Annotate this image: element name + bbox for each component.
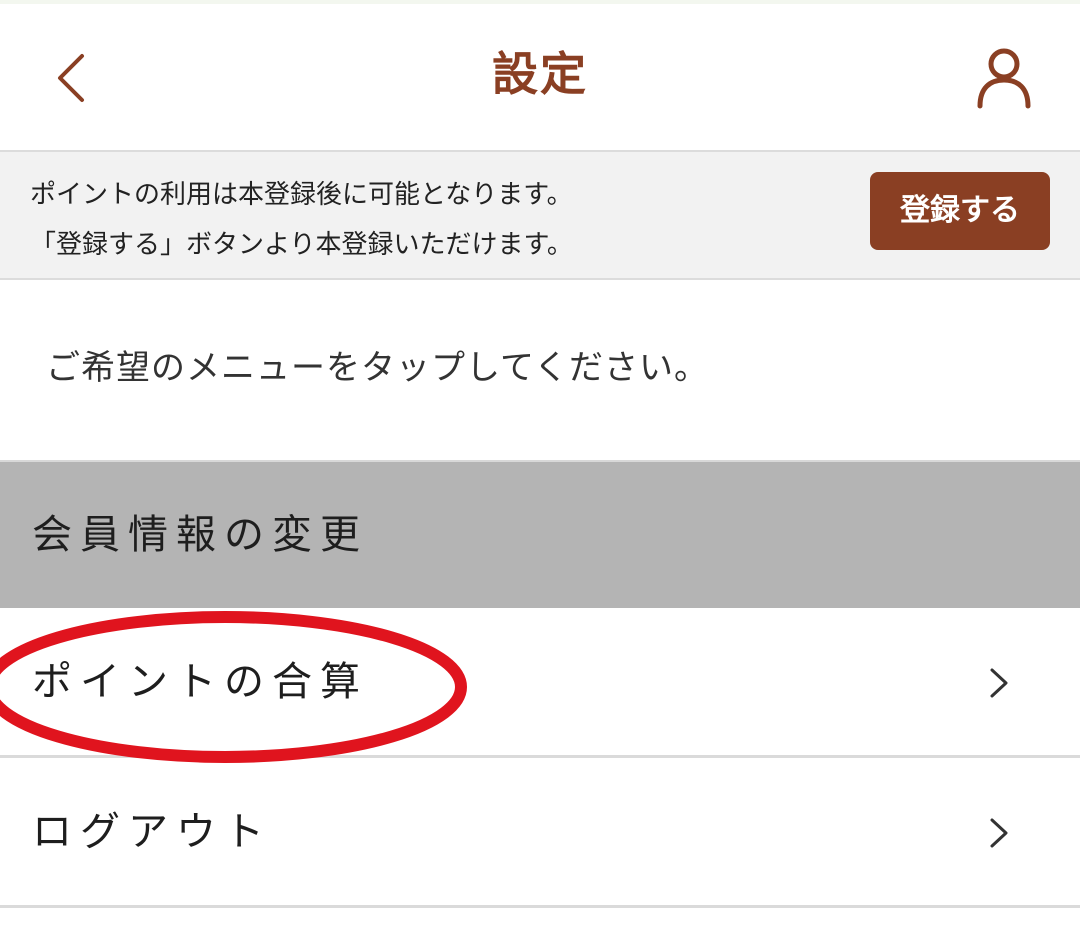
person-icon (977, 48, 1031, 109)
section-header-member-info: 会員情報の変更 (0, 460, 1080, 608)
chevron-right-icon (990, 818, 1008, 848)
register-button[interactable]: 登録する (870, 172, 1050, 250)
back-button[interactable] (40, 40, 104, 116)
menu-item-label: ポイントの合算 (32, 659, 368, 705)
app-header: 設定 (0, 4, 1080, 150)
chevron-right-icon (990, 668, 1008, 698)
page-title: 設定 (492, 47, 588, 101)
notice-line-1: ポイントの利用は本登録後に可能となります。 (30, 180, 573, 210)
account-button[interactable] (966, 40, 1042, 116)
notice-text: ポイントの利用は本登録後に可能となります。 「登録する」ボタンより本登録いただけ… (30, 170, 830, 270)
settings-screen: 設定 ポイントの利用は本登録後に可能となります。 「登録する」ボタンより本登録い… (0, 0, 1080, 931)
menu-item-label: ログアウト (32, 809, 272, 855)
menu-instruction: ご希望のメニューをタップしてください。 (46, 348, 709, 388)
notice-line-2: 「登録する」ボタンより本登録いただけます。 (30, 230, 573, 260)
menu-item-logout[interactable]: ログアウト (0, 758, 1080, 908)
registration-notice: ポイントの利用は本登録後に可能となります。 「登録する」ボタンより本登録いただけ… (0, 150, 1080, 280)
menu-item-point-merge[interactable]: ポイントの合算 (0, 608, 1080, 758)
section-title: 会員情報の変更 (32, 512, 368, 558)
chevron-left-icon (58, 54, 84, 102)
